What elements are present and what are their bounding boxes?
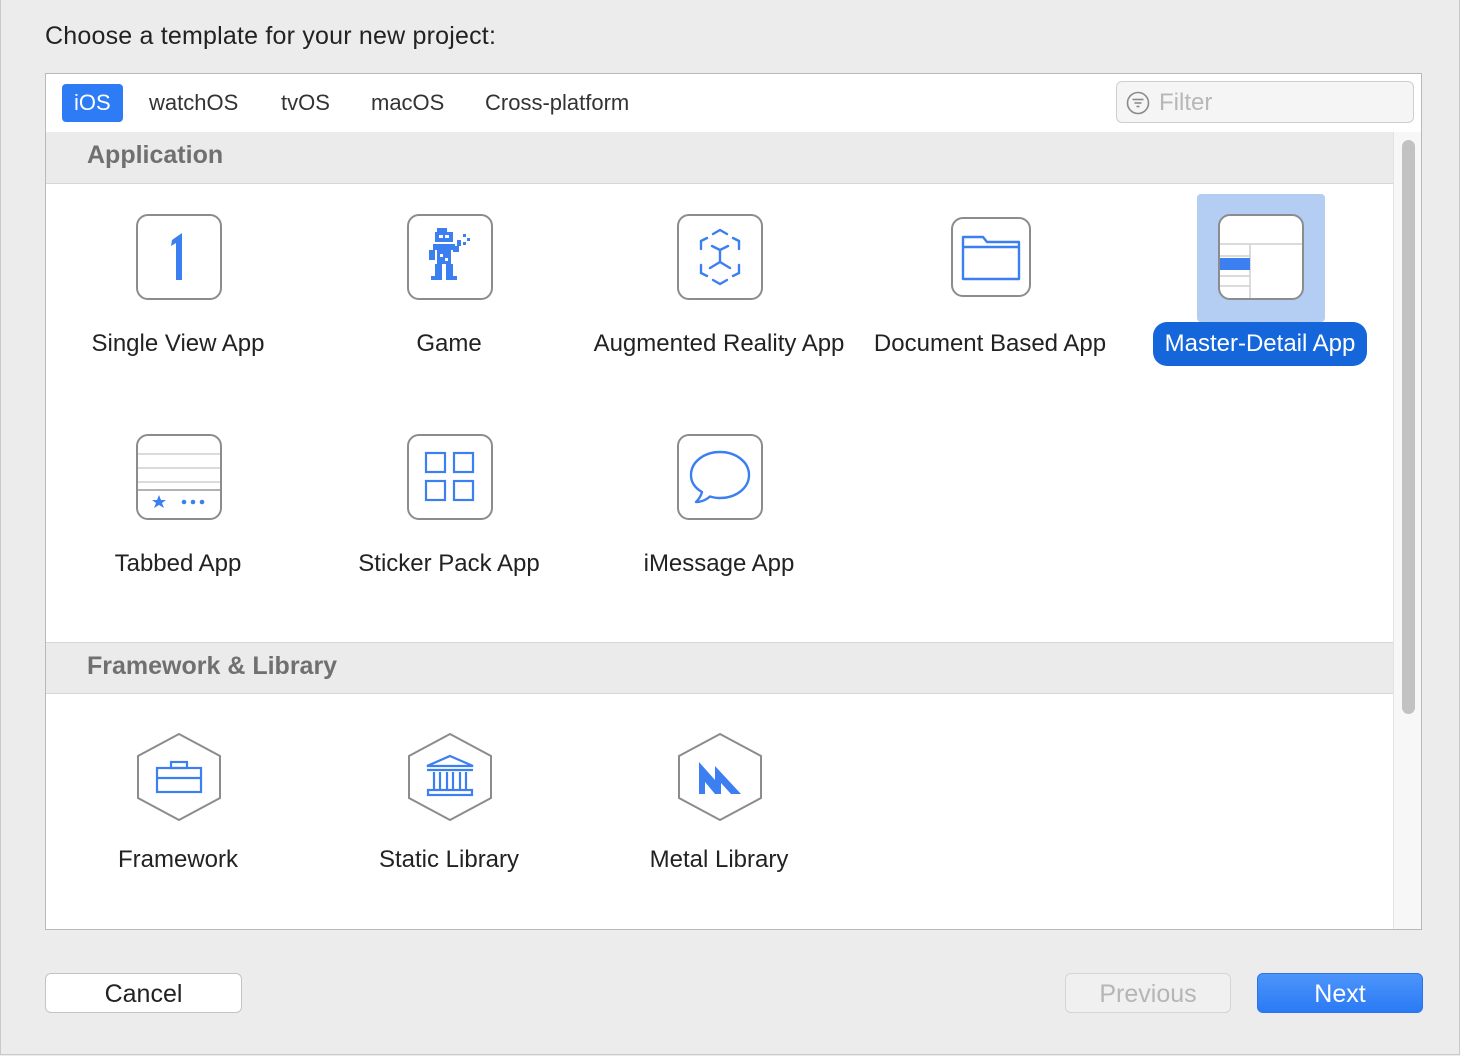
template-label-wrap: Master-Detail App	[1128, 322, 1392, 366]
sticker-grid-icon	[407, 434, 493, 520]
toolbox-hex-icon	[137, 732, 221, 822]
template-label: Single View App	[91, 330, 265, 357]
template-sticker-pack-app[interactable]: Sticker Pack App	[317, 414, 587, 614]
cancel-button[interactable]: Cancel	[45, 973, 242, 1013]
document-folder-icon	[951, 217, 1031, 297]
filter-icon	[1126, 91, 1150, 115]
template-label: Master-Detail App	[1152, 322, 1368, 366]
template-panel: iOS watchOS tvOS macOS Cross-platform Ap…	[45, 73, 1422, 930]
augmented-reality-icon	[677, 214, 763, 300]
template-label: Metal Library	[649, 846, 789, 873]
template-framework[interactable]: Framework	[46, 704, 316, 904]
section-header-framework-library: Framework & Library	[46, 642, 1393, 694]
template-scroll-area: Application Single View App Game Augment…	[46, 132, 1393, 929]
tabbed-app-icon	[136, 434, 222, 520]
section-title: Framework & Library	[87, 652, 338, 680]
template-label: Framework	[117, 846, 238, 873]
template-label: Augmented Reality App	[593, 330, 845, 357]
game-icon	[407, 214, 493, 300]
section-header-application: Application	[46, 132, 1393, 184]
template-label: Static Library	[378, 846, 520, 873]
filter-input[interactable]	[1157, 86, 1401, 120]
library-building-hex-icon	[408, 732, 492, 822]
single-view-app-icon	[136, 214, 222, 300]
previous-button[interactable]: Previous	[1065, 973, 1231, 1013]
template-metal-library[interactable]: Metal Library	[587, 704, 857, 904]
template-static-library[interactable]: Static Library	[317, 704, 587, 904]
next-button[interactable]: Next	[1257, 973, 1423, 1013]
scrollbar-thumb[interactable]	[1402, 140, 1415, 714]
dialog-title: Choose a template for your new project:	[45, 22, 497, 50]
template-single-view-app[interactable]: Single View App	[46, 194, 316, 394]
template-label: Sticker Pack App	[358, 550, 540, 577]
template-master-detail-app[interactable]: Master-Detail App	[1128, 194, 1393, 394]
section-title: Application	[87, 141, 224, 169]
filter-field[interactable]	[1116, 81, 1414, 123]
tab-cross-platform[interactable]: Cross-platform	[473, 84, 641, 122]
tab-tvos[interactable]: tvOS	[269, 84, 342, 122]
tab-macos[interactable]: macOS	[359, 84, 456, 122]
template-game[interactable]: Game	[317, 194, 587, 394]
template-tabbed-app[interactable]: Tabbed App	[46, 414, 316, 614]
template-imessage-app[interactable]: iMessage App	[587, 414, 857, 614]
platform-tab-bar: iOS watchOS tvOS macOS Cross-platform	[46, 74, 1421, 133]
template-document-based-app[interactable]: Document Based App	[858, 194, 1128, 394]
template-label: Tabbed App	[114, 550, 242, 577]
master-detail-icon	[1218, 214, 1304, 300]
template-augmented-reality-app[interactable]: Augmented Reality App	[587, 194, 857, 394]
template-label: Game	[416, 330, 482, 357]
metal-hex-icon	[678, 732, 762, 822]
template-label: iMessage App	[643, 550, 795, 577]
speech-bubble-icon	[677, 434, 763, 520]
tab-ios[interactable]: iOS	[62, 84, 123, 122]
vertical-scrollbar[interactable]	[1393, 132, 1421, 929]
tab-watchos[interactable]: watchOS	[137, 84, 250, 122]
template-label: Document Based App	[873, 330, 1107, 357]
